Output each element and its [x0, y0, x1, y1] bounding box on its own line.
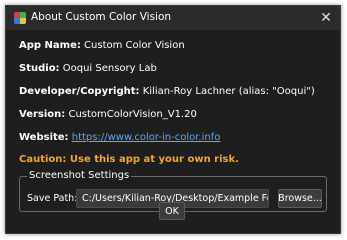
website-row: Website: https://www.color-in-color.info — [19, 132, 220, 144]
website-label: Website: — [19, 132, 69, 143]
title-bar[interactable]: About Custom Color Vision ✕ — [6, 6, 340, 30]
caution-text: Caution: Use this app at your own risk. — [19, 154, 239, 165]
close-button[interactable]: ✕ — [312, 6, 340, 30]
close-icon: ✕ — [320, 10, 332, 26]
app-name-value: Custom Color Vision — [84, 40, 185, 51]
studio-value: Ooqui Sensory Lab — [62, 63, 157, 74]
version-value: CustomColorVision_V1.20 — [68, 109, 197, 120]
website-link[interactable]: https://www.color-in-color.info — [72, 132, 221, 143]
version-row: Version: CustomColorVision_V1.20 — [19, 109, 197, 121]
ok-button[interactable]: OK — [159, 202, 185, 220]
window-title: About Custom Color Vision — [31, 11, 172, 23]
save-path-label: Save Path: — [27, 193, 78, 204]
browse-button[interactable]: Browse... — [278, 189, 322, 208]
app-icon — [14, 12, 26, 24]
app-name-label: App Name: — [19, 40, 81, 51]
about-dialog: About Custom Color Vision ✕ App Name: Cu… — [5, 5, 341, 234]
version-label: Version: — [19, 109, 66, 120]
app-name-row: App Name: Custom Color Vision — [19, 40, 185, 52]
studio-row: Studio: Ooqui Sensory Lab — [19, 63, 157, 75]
group-title: Screenshot Settings — [27, 170, 132, 182]
developer-value: Kilian-Roy Lachner (alias: "Ooqui") — [142, 86, 315, 97]
developer-label: Developer/Copyright: — [19, 86, 140, 97]
studio-label: Studio: — [19, 63, 60, 74]
developer-row: Developer/Copyright: Kilian-Roy Lachner … — [19, 86, 315, 98]
